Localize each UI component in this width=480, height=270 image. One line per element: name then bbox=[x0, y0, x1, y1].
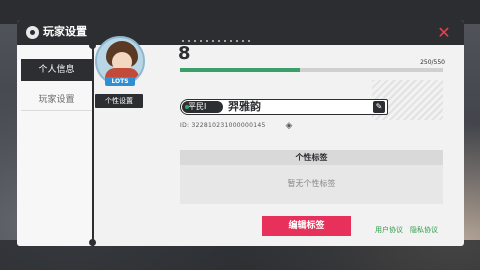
rank-label: 平民I bbox=[188, 102, 207, 111]
divider-dot bbox=[89, 42, 96, 49]
exp-bar-fill bbox=[180, 68, 300, 72]
edit-tags-button[interactable]: 编辑标签 bbox=[262, 216, 351, 236]
rank-dot-icon bbox=[185, 105, 189, 109]
tags-header: 个性标签 bbox=[180, 150, 443, 165]
side-tabs: 个人信息 玩家设置 bbox=[17, 45, 93, 246]
name-row: 平民I 羿雅韵 ✎ bbox=[180, 99, 388, 115]
player-id: ID: 322810231000000145 bbox=[180, 122, 266, 129]
rank-badge: 平民I bbox=[182, 101, 223, 113]
copy-icon[interactable]: ◈ bbox=[284, 121, 294, 131]
tags-panel: 个性标签 暂无个性标签 bbox=[180, 150, 443, 204]
exp-bar bbox=[180, 68, 443, 72]
user-agreement-link[interactable]: 用户协议 bbox=[375, 226, 403, 235]
tags-empty-text: 暂无个性标签 bbox=[287, 179, 336, 188]
privacy-policy-link[interactable]: 隐私协议 bbox=[410, 226, 438, 235]
player-level: 8 bbox=[178, 43, 191, 64]
player-settings-dialog: 玩家设置 ✕ 个人信息 玩家设置 LOTS 个性设置 8 250/550 平民I… bbox=[17, 20, 464, 246]
tab-player-settings[interactable]: 玩家设置 bbox=[21, 89, 92, 111]
edit-name-icon[interactable]: ✎ bbox=[373, 101, 385, 113]
personalize-button[interactable]: 个性设置 bbox=[95, 94, 143, 108]
close-icon[interactable]: ✕ bbox=[435, 24, 453, 42]
divider-dot bbox=[89, 239, 96, 246]
gear-icon bbox=[26, 26, 39, 39]
tabs-divider bbox=[92, 45, 94, 246]
player-name: 羿雅韵 bbox=[228, 100, 261, 113]
dialog-title: 玩家设置 bbox=[43, 25, 87, 38]
avatar-badge: LOTS bbox=[105, 77, 135, 86]
tab-personal-info[interactable]: 个人信息 bbox=[21, 59, 92, 81]
exp-text: 250/550 bbox=[420, 59, 445, 66]
